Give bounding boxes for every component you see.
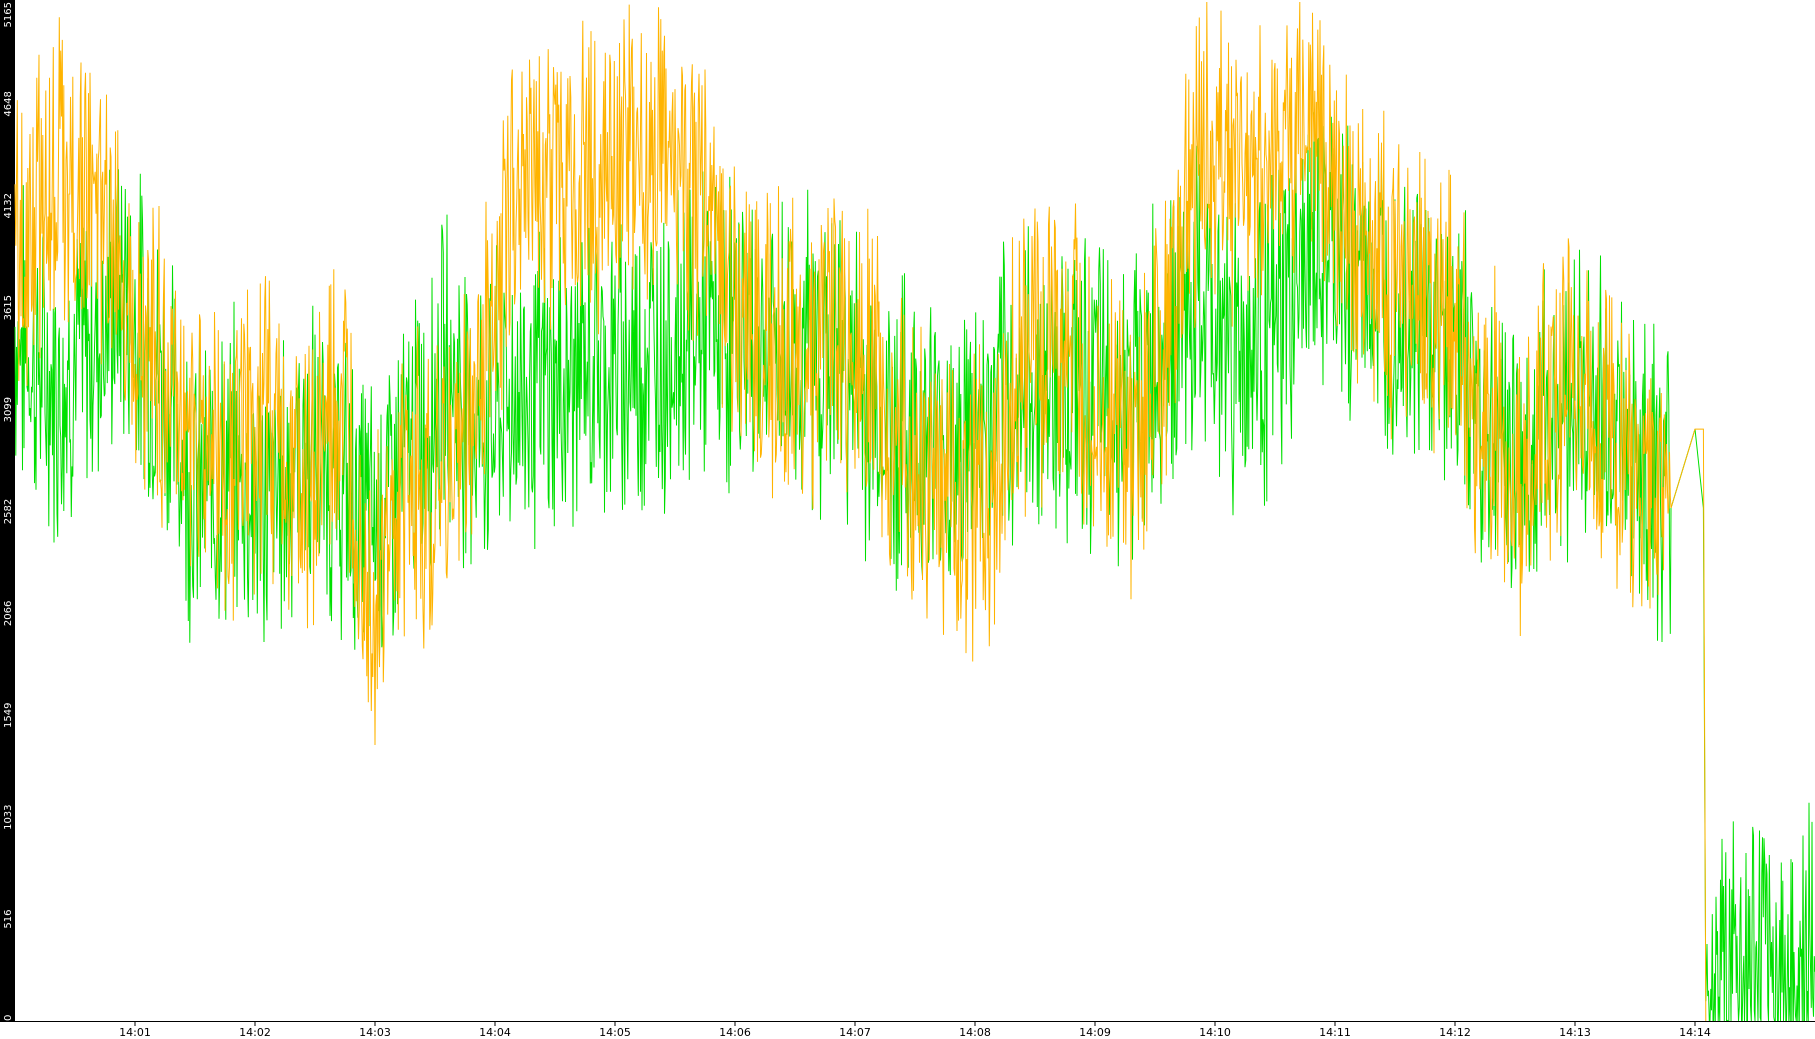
x-tick-label: 14:04: [479, 1026, 511, 1039]
x-tick-label: 14:07: [839, 1026, 871, 1039]
y-tick-label: 2066: [3, 601, 14, 626]
y-tick-label: 4648: [3, 91, 14, 116]
y-tick-label: 0: [3, 1015, 14, 1021]
x-tick-label: 14:02: [239, 1026, 271, 1039]
x-tick-label: 14:03: [359, 1026, 391, 1039]
x-tick-label: 14:14: [1679, 1026, 1711, 1039]
x-tick-label: 14:06: [719, 1026, 751, 1039]
y-tick-label: 2582: [3, 499, 14, 524]
y-tick-label: 516: [3, 910, 14, 929]
x-tick-label: 14:05: [599, 1026, 631, 1039]
y-tick-label: 4132: [3, 193, 14, 218]
y-tick-label: 3099: [3, 397, 14, 422]
x-tick-label: 14:01: [119, 1026, 151, 1039]
x-tick-label: 14:10: [1199, 1026, 1231, 1039]
y-tick-label: 5165: [3, 2, 14, 27]
x-tick-label: 14:12: [1439, 1026, 1471, 1039]
y-tick-label: 1549: [3, 703, 14, 728]
y-tick-label: 3615: [3, 295, 14, 320]
x-tick-label: 14:13: [1559, 1026, 1591, 1039]
x-tick-label: 14:08: [959, 1026, 991, 1039]
chart: 0 516 1033 1549 2066 2582 3099 3615 4132 4648 5165…: [0, 0, 1815, 1039]
x-tick-label: 14:09: [1079, 1026, 1111, 1039]
y-tick-label: 1033: [3, 804, 14, 829]
x-tick-label: 14:11: [1319, 1026, 1351, 1039]
